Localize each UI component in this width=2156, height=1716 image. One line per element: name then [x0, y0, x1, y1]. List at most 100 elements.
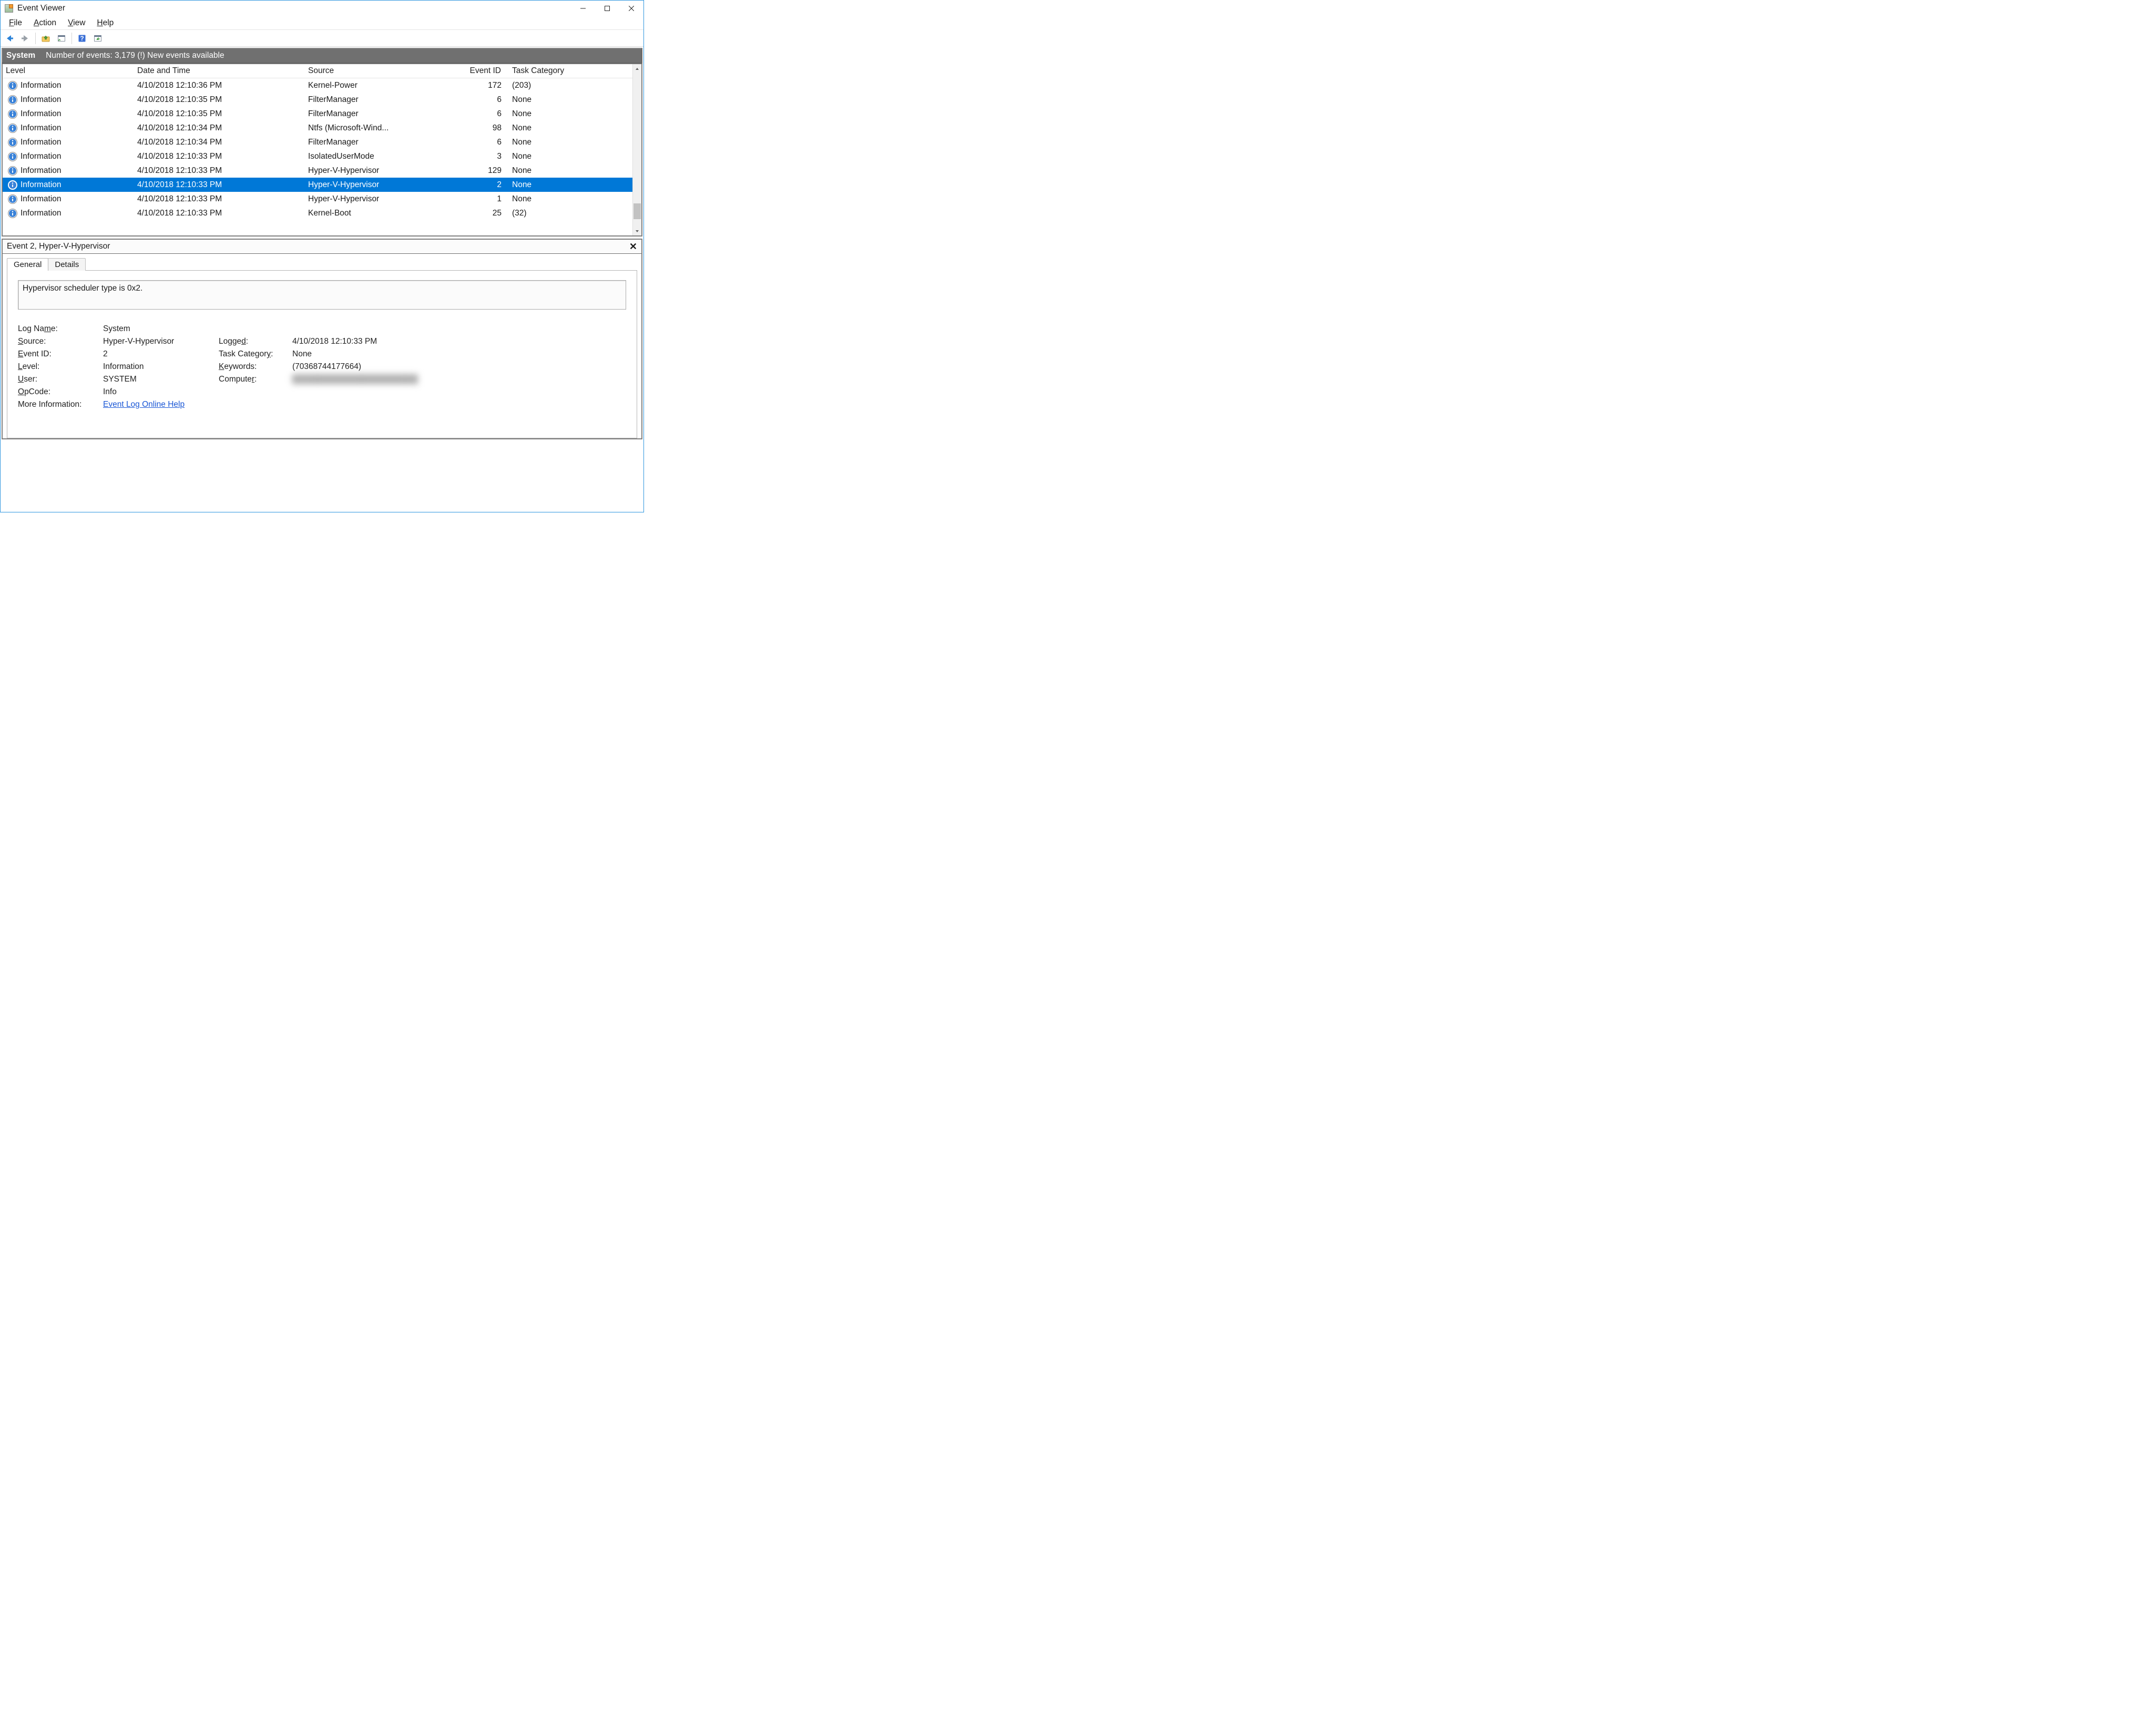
- cell-eventid: 6: [423, 109, 505, 119]
- cell-category: None: [505, 166, 632, 176]
- back-button[interactable]: [2, 31, 17, 46]
- toolbar-separator: [35, 33, 36, 44]
- menu-file[interactable]: File: [4, 17, 27, 29]
- column-header-level[interactable]: Level: [3, 66, 134, 76]
- cell-eventid: 6: [423, 138, 505, 147]
- cell-level: Information: [21, 95, 62, 105]
- info-icon: [7, 137, 18, 148]
- column-header-eventid[interactable]: Event ID: [423, 66, 505, 76]
- cell-eventid: 129: [423, 166, 505, 176]
- menu-view[interactable]: View: [63, 17, 90, 29]
- cell-level: Information: [21, 194, 62, 204]
- label-opcode: OpCode:: [18, 387, 103, 397]
- info-icon: [7, 166, 18, 176]
- tab-details[interactable]: Details: [48, 258, 86, 271]
- column-header-category[interactable]: Task Category: [505, 66, 632, 76]
- menu-help[interactable]: Help: [91, 17, 119, 29]
- label-keywords: Keywords:: [219, 362, 292, 372]
- detail-header-title: Event 2, Hyper-V-Hypervisor: [7, 242, 110, 251]
- cell-category: None: [505, 152, 632, 161]
- event-message: Hypervisor scheduler type is 0x2.: [18, 280, 626, 310]
- info-icon: [7, 109, 18, 119]
- table-row[interactable]: Information4/10/2018 12:10:33 PMIsolated…: [3, 149, 632, 163]
- menu-help-label: elp: [103, 18, 114, 27]
- properties-button[interactable]: [54, 31, 69, 46]
- cell-eventid: 3: [423, 152, 505, 161]
- detail-tabs: General Details: [7, 258, 637, 271]
- column-header-date[interactable]: Date and Time: [134, 66, 305, 76]
- log-summary-text: Number of events: 3,179 (!) New events a…: [46, 51, 224, 60]
- titlebar: Event Viewer: [1, 1, 643, 16]
- table-row[interactable]: Information4/10/2018 12:10:36 PMKernel-P…: [3, 78, 632, 93]
- cell-source: Hyper-V-Hypervisor: [305, 180, 423, 190]
- forward-button[interactable]: [18, 31, 33, 46]
- cell-eventid: 6: [423, 95, 505, 105]
- value-eventid: 2: [103, 350, 219, 359]
- info-icon: [7, 123, 18, 133]
- cell-category: (32): [505, 209, 632, 218]
- cell-source: IsolatedUserMode: [305, 152, 423, 161]
- cell-date: 4/10/2018 12:10:36 PM: [134, 81, 305, 90]
- event-log-online-help-link[interactable]: Event Log Online Help: [103, 400, 185, 409]
- cell-date: 4/10/2018 12:10:33 PM: [134, 194, 305, 204]
- minimize-button[interactable]: [571, 1, 595, 16]
- scroll-up-button[interactable]: [633, 64, 641, 73]
- help-button[interactable]: ?: [75, 31, 89, 46]
- cell-eventid: 1: [423, 194, 505, 204]
- maximize-button[interactable]: [595, 1, 619, 16]
- cell-level: Information: [21, 138, 62, 147]
- cell-date: 4/10/2018 12:10:35 PM: [134, 95, 305, 105]
- table-row[interactable]: Information4/10/2018 12:10:34 PMNtfs (Mi…: [3, 121, 632, 135]
- cell-date: 4/10/2018 12:10:33 PM: [134, 180, 305, 190]
- properties-icon: [57, 34, 66, 43]
- table-row[interactable]: Information4/10/2018 12:10:33 PMHyper-V-…: [3, 163, 632, 178]
- cell-source: Hyper-V-Hypervisor: [305, 194, 423, 204]
- table-row[interactable]: Information4/10/2018 12:10:35 PMFilterMa…: [3, 107, 632, 121]
- info-icon: [7, 194, 18, 204]
- info-icon: [7, 180, 18, 190]
- label-logged: Logged:: [219, 337, 292, 346]
- vertical-scrollbar[interactable]: [632, 64, 641, 235]
- menubar: File Action View Help: [1, 16, 643, 30]
- cell-category: None: [505, 95, 632, 105]
- detail-close-button[interactable]: ✕: [629, 241, 637, 252]
- table-row[interactable]: Information 4/10/2018 12:10:35 PMFilterMa…: [3, 93, 632, 107]
- cell-source: FilterManager: [305, 138, 423, 147]
- cell-category: None: [505, 109, 632, 119]
- cell-source: FilterManager: [305, 95, 423, 105]
- info-icon: [7, 95, 18, 105]
- value-category: None: [292, 350, 450, 359]
- value-logged: 4/10/2018 12:10:33 PM: [292, 337, 450, 346]
- table-row[interactable]: Information4/10/2018 12:10:33 PMKernel-B…: [3, 206, 632, 220]
- grid-header: Level Date and Time Source Event ID Task…: [3, 64, 632, 78]
- log-summary-band: System Number of events: 3,179 (!) New e…: [2, 48, 642, 63]
- label-category: Task Category:: [219, 350, 292, 359]
- cell-level: Information: [21, 209, 62, 218]
- toolbar: ?: [1, 30, 643, 47]
- info-icon: [7, 80, 18, 91]
- arrow-left-icon: [5, 34, 14, 43]
- up-button[interactable]: [38, 31, 53, 46]
- scroll-thumb[interactable]: [633, 203, 641, 219]
- cell-eventid: 25: [423, 209, 505, 218]
- event-detail-pane: Event 2, Hyper-V-Hypervisor ✕ General De…: [2, 239, 642, 439]
- cell-date: 4/10/2018 12:10:34 PM: [134, 124, 305, 133]
- scroll-track[interactable]: [633, 73, 641, 227]
- column-header-source[interactable]: Source: [305, 66, 423, 76]
- scroll-down-button[interactable]: [633, 227, 641, 235]
- label-moreinfo: More Information:: [18, 400, 103, 409]
- refresh-view-button[interactable]: [90, 31, 105, 46]
- cell-date: 4/10/2018 12:10:33 PM: [134, 152, 305, 161]
- label-logname: Log Name:: [18, 324, 103, 334]
- toolbar-separator: [71, 33, 72, 44]
- cell-category: None: [505, 194, 632, 204]
- table-row[interactable]: Information4/10/2018 12:10:34 PMFilterMa…: [3, 135, 632, 149]
- table-row[interactable]: Information4/10/2018 12:10:33 PMHyper-V-…: [3, 178, 632, 192]
- close-button[interactable]: [619, 1, 643, 16]
- table-row[interactable]: Information 4/10/2018 12:10:33 PMHyper-V-…: [3, 192, 632, 206]
- cell-level: Information: [21, 109, 62, 119]
- menu-action[interactable]: Action: [28, 17, 62, 29]
- tab-general[interactable]: General: [7, 258, 48, 271]
- menu-file-label: ile: [14, 18, 22, 27]
- menu-action-label: ction: [39, 18, 56, 27]
